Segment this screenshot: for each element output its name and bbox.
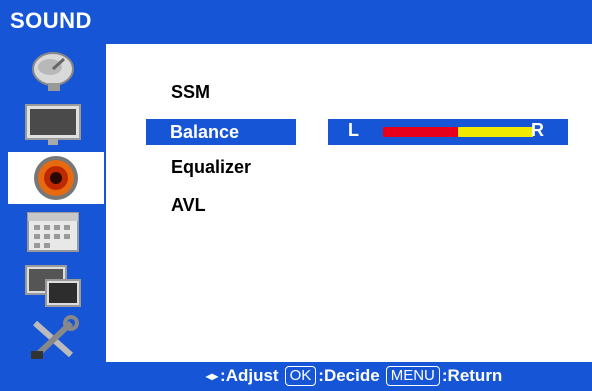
sidebar-item-sound[interactable] [8, 152, 104, 204]
sidebar [0, 44, 106, 362]
multi-screen-icon [25, 265, 81, 307]
footer-hints: ◂▸ :Adjust OK :Decide MENU :Return [0, 362, 592, 391]
left-right-arrows-icon: ◂▸ [206, 369, 219, 383]
sidebar-item-picture[interactable] [0, 98, 106, 150]
calendar-icon [27, 212, 79, 252]
page-title: SOUND [10, 8, 92, 33]
menu-item-avl[interactable]: AVL [164, 192, 301, 218]
sidebar-item-options[interactable] [0, 260, 106, 312]
menu-key: MENU [385, 366, 440, 386]
speaker-icon [34, 156, 78, 200]
title-bar: SOUND [0, 0, 592, 44]
balance-bar[interactable] [383, 127, 533, 137]
menu-item-balance[interactable]: Balance [146, 119, 296, 145]
return-hint: :Return [441, 366, 503, 385]
main-content: SSM Balance Equalizer AVL L R [106, 44, 592, 362]
menu-item-equalizer[interactable]: Equalizer [164, 154, 301, 180]
menu-item-ssm[interactable]: SSM [164, 79, 301, 105]
ok-key: OK [284, 366, 317, 386]
balance-slider[interactable]: L R [328, 119, 568, 145]
tools-icon [31, 315, 79, 359]
adjust-hint: :Adjust [220, 366, 279, 385]
sidebar-item-time[interactable] [0, 206, 106, 258]
sidebar-item-channel[interactable] [0, 46, 106, 98]
sidebar-item-setup[interactable] [0, 312, 106, 364]
balance-right-label: R [531, 120, 544, 140]
balance-left-label: L [348, 120, 359, 140]
tv-screen-icon [25, 104, 81, 145]
balance-level-fill [383, 127, 458, 137]
satellite-dish-icon [32, 52, 74, 91]
decide-hint: :Decide [318, 366, 380, 385]
